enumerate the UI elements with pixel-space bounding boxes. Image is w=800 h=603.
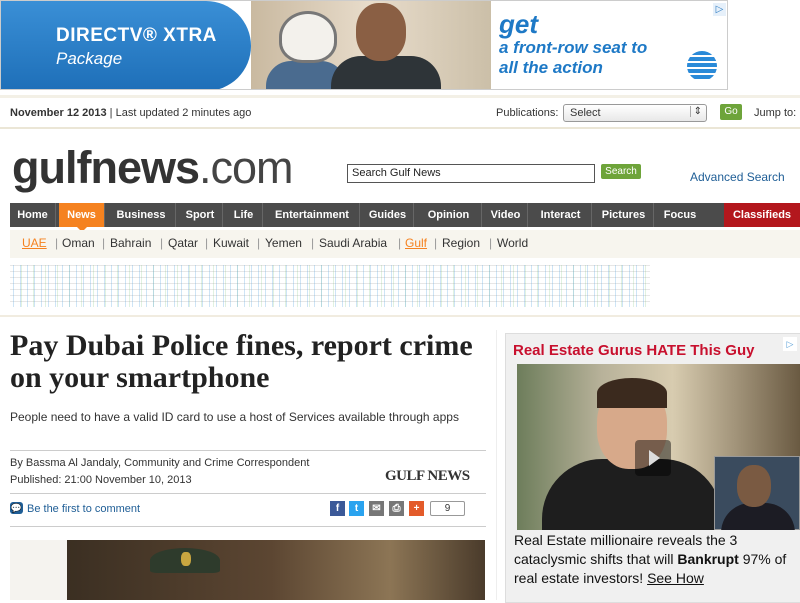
subnav-gulf[interactable]: Gulf (405, 236, 427, 250)
att-globe-icon (687, 51, 717, 81)
publications-select[interactable]: Select ⇕ (563, 104, 707, 122)
go-button[interactable]: Go (720, 104, 742, 120)
facebook-icon[interactable]: f (330, 501, 345, 516)
last-updated: | Last updated 2 minutes ago (106, 107, 252, 119)
subnav-separator: | (257, 236, 261, 250)
inset-person-face (737, 465, 771, 507)
logo-suffix: .com (199, 142, 294, 193)
banner-headline: get (499, 9, 538, 39)
subnav-separator: | (205, 236, 209, 250)
subnav-uae[interactable]: UAE (22, 236, 47, 250)
banner-photo-man-body (331, 56, 441, 89)
divider (10, 493, 486, 494)
inset-photo (714, 456, 800, 530)
banner-brand: DIRECTV® XTRA (56, 25, 217, 46)
subnav-separator: | (160, 236, 164, 250)
nav-life[interactable]: Life (225, 203, 263, 227)
date-info: November 12 2013 | Last updated 2 minute… (10, 107, 251, 119)
subnav-separator: | (398, 236, 402, 250)
nav-focus[interactable]: Focus (656, 203, 704, 227)
see-how-link[interactable]: See How (647, 570, 704, 586)
nav-interact[interactable]: Interact (530, 203, 592, 227)
column-separator (496, 330, 497, 600)
nav-opinion[interactable]: Opinion (416, 203, 482, 227)
cap-badge-image (181, 552, 191, 566)
subnav-qatar[interactable]: Qatar (168, 236, 198, 250)
video-person-hair (597, 378, 667, 408)
share-count: 9 (430, 501, 465, 516)
adchoices-icon[interactable]: ▷ (713, 3, 726, 16)
inset-person-body (721, 503, 795, 530)
gulf-news-logo: GULF NEWS (385, 468, 470, 484)
nav-news[interactable]: News (59, 203, 105, 232)
subnav-world[interactable]: World (497, 236, 528, 250)
banner-photo-man-head (356, 3, 406, 61)
subnav-separator: | (102, 236, 106, 250)
jump-to-label: Jump to: (754, 107, 797, 119)
search-input[interactable]: Search Gulf News (347, 164, 595, 183)
ad-close-icon[interactable]: ▷ (783, 337, 797, 351)
top-banner-ad[interactable]: DIRECTV® XTRA Package get a front-row se… (0, 0, 728, 90)
subnav-separator: | (311, 236, 315, 250)
subnav-yemen[interactable]: Yemen (265, 236, 302, 250)
publications-select-value: Select (570, 107, 601, 119)
search-button[interactable]: Search (601, 164, 641, 179)
select-arrows-icon: ⇕ (689, 106, 702, 117)
first-comment-link[interactable]: Be the first to comment (27, 503, 140, 515)
subnav-kuwait[interactable]: Kuwait (213, 236, 249, 250)
subnav-region[interactable]: Region (442, 236, 480, 250)
advanced-search-link[interactable]: Advanced Search (690, 170, 785, 184)
nav-business[interactable]: Business (107, 203, 176, 227)
subnav-oman[interactable]: Oman (62, 236, 95, 250)
site-logo[interactable]: gulfnews.com (12, 142, 294, 194)
article-headline: Pay Dubai Police fines, report crime on … (10, 329, 473, 394)
ad-text-bold: Bankrupt (677, 551, 739, 567)
nav-entertainment[interactable]: Entertainment (265, 203, 360, 227)
comment-icon[interactable]: 💬 (10, 502, 23, 514)
football-helmet-image (279, 11, 337, 63)
sidebar-ad-title[interactable]: Real Estate Gurus HATE This Guy (513, 342, 754, 359)
nav-video[interactable]: Video (484, 203, 528, 227)
print-icon[interactable]: ⎙ (389, 501, 404, 516)
date-bar: November 12 2013 | Last updated 2 minute… (0, 95, 800, 129)
sidebar-ad-video[interactable] (517, 364, 800, 530)
article-standfirst: People need to have a valid ID card to u… (10, 410, 459, 424)
sub-nav: UAE | Oman | Bahrain | Qatar | Kuwait | … (10, 230, 800, 258)
video-person-body (542, 459, 722, 530)
play-icon[interactable] (635, 440, 671, 476)
divider (10, 450, 486, 451)
nav-home[interactable]: Home (10, 203, 56, 227)
subnav-separator: | (489, 236, 493, 250)
leaderboard-ad[interactable] (10, 265, 650, 307)
plus-icon[interactable]: + (409, 501, 424, 516)
publications-label: Publications: (496, 107, 559, 119)
subnav-bahrain[interactable]: Bahrain (110, 236, 151, 250)
divider (10, 526, 486, 527)
banner-package: Package (56, 49, 123, 68)
nav-guides[interactable]: Guides (362, 203, 414, 227)
email-icon[interactable]: ✉ (369, 501, 384, 516)
nav-sport[interactable]: Sport (178, 203, 223, 227)
nav-classifieds[interactable]: Classifieds (724, 203, 800, 227)
section-divider (0, 315, 800, 317)
current-date: November 12 2013 (10, 107, 107, 119)
subnav-separator: | (434, 236, 438, 250)
article-byline: By Bassma Al Jandaly, Community and Crim… (10, 457, 310, 469)
banner-tagline: a front-row seat to all the action (499, 38, 648, 77)
subnav-separator: | (55, 236, 59, 250)
logo-main: gulfnews (12, 142, 200, 193)
article-photo (10, 540, 485, 600)
subnav-saudi-arabia[interactable]: Saudi Arabia (319, 236, 387, 250)
article-published: Published: 21:00 November 10, 2013 (10, 474, 192, 486)
nav-pictures[interactable]: Pictures (594, 203, 654, 227)
twitter-icon[interactable]: t (349, 501, 364, 516)
sidebar-ad-text[interactable]: Real Estate millionaire reveals the 3 ca… (514, 531, 799, 588)
main-nav: Home News Business Sport Life Entertainm… (10, 203, 800, 232)
